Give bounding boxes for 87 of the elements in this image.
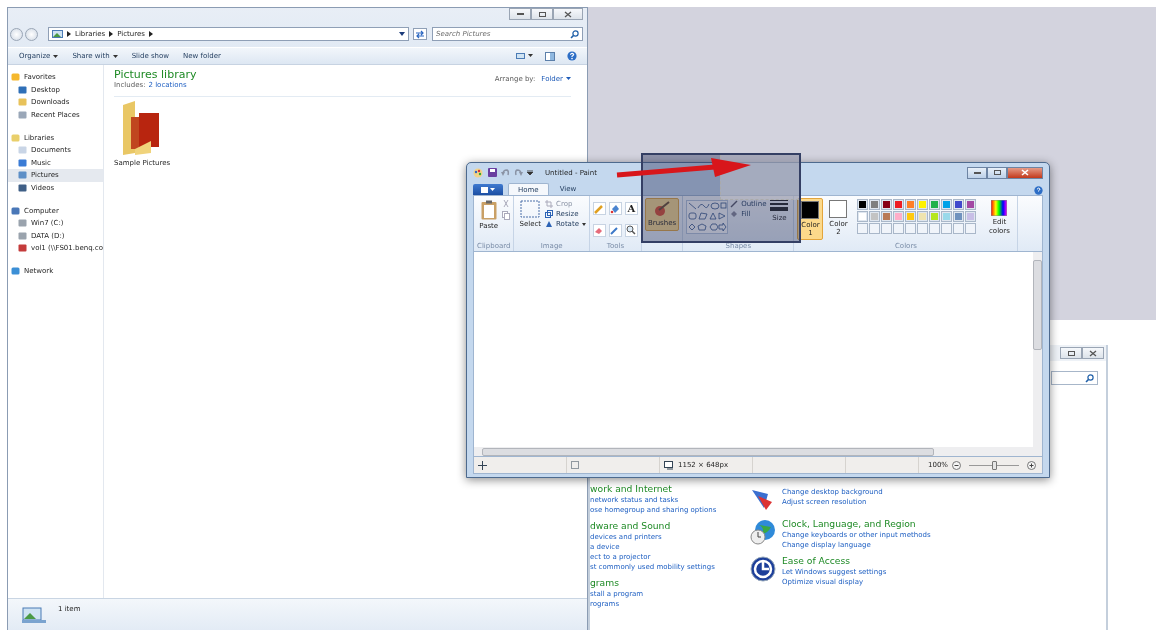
- customize-button[interactable]: [527, 170, 533, 175]
- maximize-button[interactable]: [531, 8, 553, 20]
- brush-icon: [653, 201, 672, 217]
- refresh-icon: [415, 29, 425, 39]
- plus-icon: [1027, 460, 1036, 470]
- paint-bucket-icon: [730, 210, 739, 218]
- maximize-icon: [993, 170, 1001, 175]
- category-heading[interactable]: Ease of Access: [782, 554, 887, 567]
- close-icon: [564, 10, 572, 18]
- copy-icon: [502, 211, 511, 220]
- selection-rectangle-icon: [520, 200, 541, 218]
- pen-icon: [730, 200, 739, 208]
- color-swatch: [829, 200, 848, 218]
- category-heading[interactable]: Clock, Language, and Region: [782, 518, 931, 530]
- eraser-tool-button[interactable]: [592, 223, 606, 237]
- close-button[interactable]: [1082, 347, 1104, 359]
- scissors-icon: [502, 200, 511, 209]
- maximize-icon: [538, 11, 546, 17]
- caret-icon: [566, 77, 571, 80]
- category-heading[interactable]: grams: [590, 576, 750, 589]
- globe-clock-icon: [750, 519, 776, 545]
- maximize-button[interactable]: [987, 166, 1007, 179]
- horizontal-scrollbar[interactable]: [474, 447, 1042, 456]
- chevron-icon: [67, 31, 71, 37]
- minimize-icon: [516, 13, 524, 15]
- minimize-icon: [973, 171, 981, 174]
- search-icon: [1085, 373, 1094, 383]
- category-heading[interactable]: work and Internet: [590, 483, 750, 495]
- search-icon: [570, 30, 579, 39]
- refresh-button[interactable]: [413, 28, 427, 40]
- pencil-tool-button[interactable]: [592, 202, 606, 215]
- dropdown-caret-icon[interactable]: [399, 32, 405, 36]
- help-icon: [567, 51, 577, 61]
- redo-button[interactable]: [514, 168, 523, 177]
- library-title: Pictures library: [114, 68, 197, 81]
- menu-icon: [481, 186, 495, 193]
- fill-tool-button[interactable]: [608, 202, 622, 215]
- slider-thumb[interactable]: [992, 460, 997, 470]
- paint-app-icon: [473, 167, 484, 178]
- color-picker-button[interactable]: [608, 223, 622, 237]
- save-button[interactable]: [488, 168, 497, 177]
- forward-button[interactable]: [25, 27, 38, 41]
- accessibility-icon: [750, 555, 776, 582]
- minimize-button[interactable]: [509, 8, 531, 20]
- close-icon: [1089, 349, 1097, 357]
- undo-button[interactable]: [501, 168, 510, 177]
- maximize-button[interactable]: [1060, 347, 1082, 359]
- line-width-icon: [770, 200, 789, 212]
- vertical-scrollbar[interactable]: [1033, 252, 1042, 447]
- close-button[interactable]: [553, 8, 583, 20]
- close-icon: [1021, 169, 1029, 176]
- caret-icon: [581, 222, 586, 226]
- crop-icon: [545, 200, 554, 208]
- preview-pane-icon: [545, 51, 555, 61]
- redo-icon: [514, 168, 523, 177]
- zoom-out-button[interactable]: [952, 460, 961, 470]
- pencil-icon: [594, 203, 605, 214]
- canvas-size-icon: [664, 460, 674, 470]
- close-button[interactable]: [1007, 166, 1043, 179]
- search-field[interactable]: [1051, 371, 1098, 385]
- eraser-icon: [594, 225, 605, 235]
- minimize-button[interactable]: [967, 166, 987, 179]
- clipboard-icon: [480, 200, 497, 220]
- magnifier-icon: [626, 225, 637, 235]
- view-icon: [516, 53, 533, 59]
- category-heading[interactable]: dware and Sound: [590, 519, 750, 532]
- text-tool-button[interactable]: A: [624, 202, 638, 215]
- rotate-icon: [545, 220, 554, 228]
- eyedropper-icon: [610, 225, 621, 235]
- resize-icon: [545, 210, 554, 218]
- color-spectrum-icon: [991, 200, 1008, 216]
- selection-size-icon: [571, 460, 580, 470]
- shapes-gallery-drawing[interactable]: [686, 200, 729, 234]
- magnifier-button[interactable]: [624, 223, 638, 237]
- undo-icon: [501, 168, 510, 177]
- zoom-in-button[interactable]: [1027, 460, 1036, 470]
- minus-icon: [952, 460, 961, 470]
- caret-icon: [527, 170, 533, 175]
- paint-bucket-icon: [610, 203, 621, 214]
- maximize-icon: [1067, 350, 1075, 356]
- chevron-icon: [148, 31, 153, 37]
- back-button[interactable]: [10, 27, 23, 41]
- chevron-icon: [109, 31, 114, 37]
- file-menu-button[interactable]: [473, 184, 503, 195]
- help-icon[interactable]: [1034, 186, 1043, 195]
- color-swatch: [801, 201, 820, 219]
- move-cursor-icon: [478, 460, 487, 470]
